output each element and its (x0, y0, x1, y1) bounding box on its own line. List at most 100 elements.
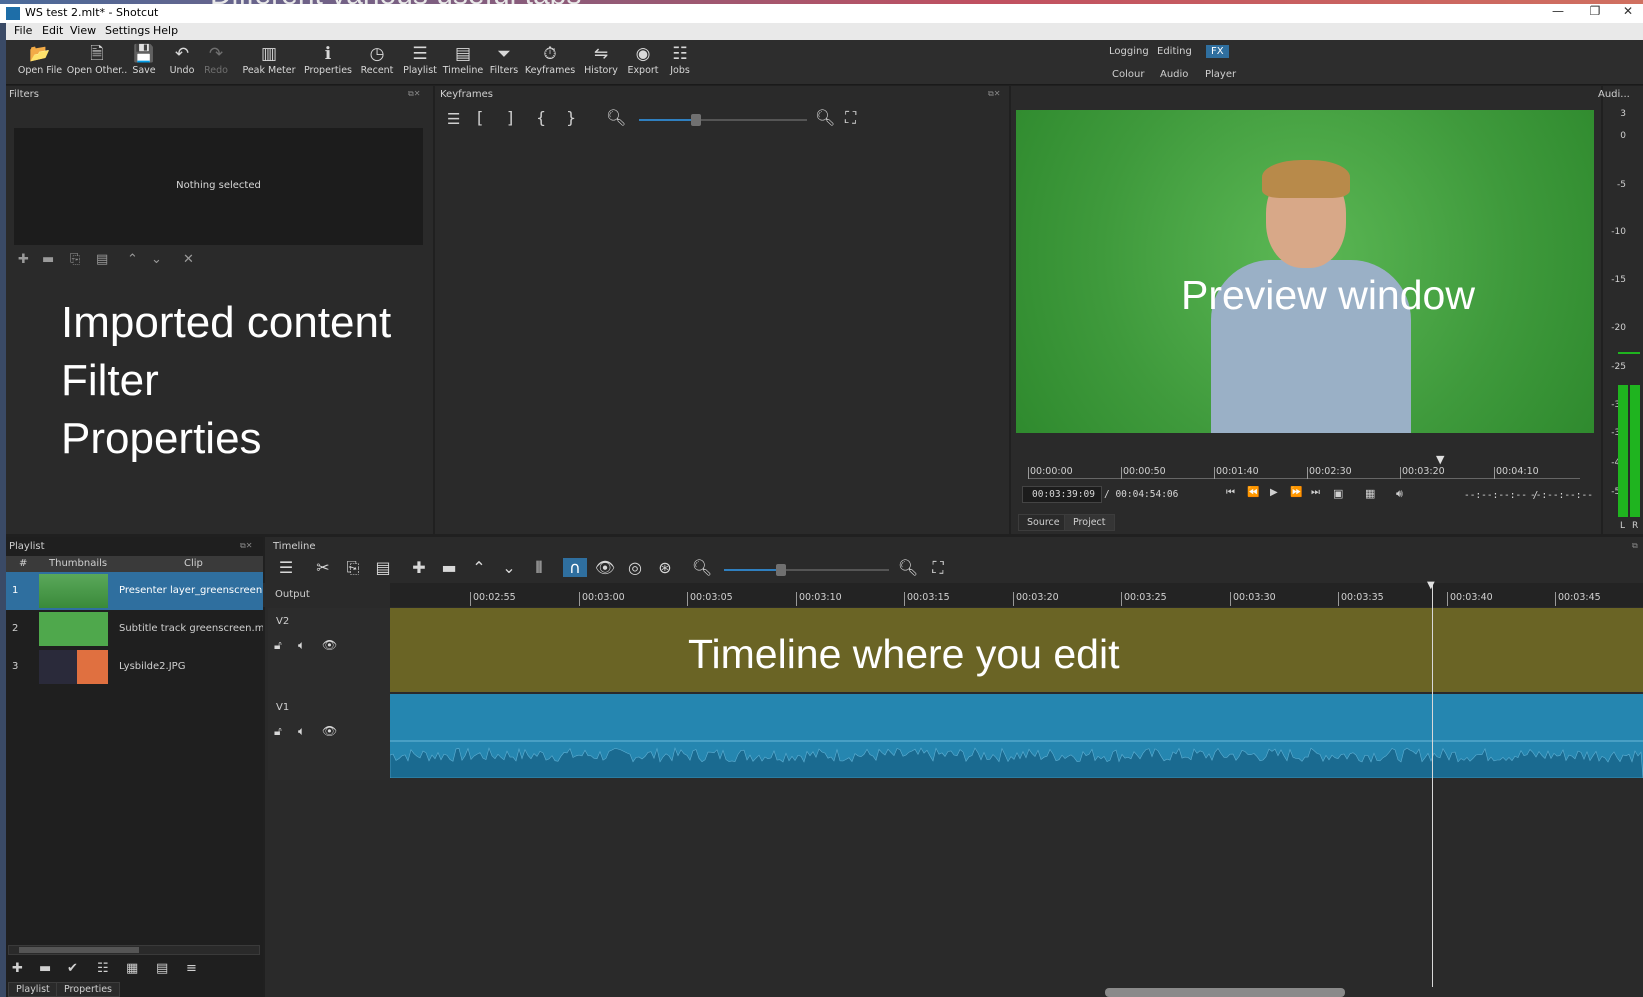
history-button[interactable]: ⇋ History (580, 43, 622, 76)
tab-source[interactable]: Source (1018, 514, 1069, 531)
playlist-row[interactable]: 2 Subtitle track greenscreen.mp4 (6, 610, 263, 648)
lift-icon[interactable]: ⌃ (467, 558, 491, 577)
zoom-out-icon[interactable]: 🔍︎ (606, 108, 626, 127)
workspace-colour[interactable]: Colour (1107, 68, 1149, 81)
open-file-button[interactable]: 📂 Open File (12, 43, 68, 76)
ripple-delete-icon[interactable]: ▬ (437, 558, 461, 577)
undock-icon[interactable]: ⧉✕ (988, 89, 1000, 99)
player-playhead-marker[interactable]: ▼ (1436, 453, 1444, 466)
snap-icon[interactable]: ∩ (563, 558, 587, 577)
copy-filter-button[interactable]: ⎘ (70, 252, 80, 267)
remove-clip-icon[interactable]: ▬ (39, 961, 51, 976)
keyframes-menu-icon[interactable]: ☰ (447, 110, 460, 128)
track-header-v1[interactable]: V1 🔓︎ 🔈︎ 👁︎ (268, 694, 390, 780)
timeline-zoom-fit-icon[interactable]: ⛶ (926, 558, 950, 578)
workspace-audio[interactable]: Audio (1155, 68, 1193, 81)
zoom-fit-icon[interactable]: ⛶ (845, 108, 856, 128)
skip-to-end-icon[interactable]: ⏭ (1311, 487, 1320, 498)
workspace-player[interactable]: Player (1200, 68, 1241, 81)
eye-icon[interactable]: 👁︎ (322, 638, 337, 652)
paste-icon[interactable]: ▤ (371, 558, 395, 577)
paste-filter-button[interactable]: ▤ (96, 252, 108, 267)
keyframes-zoom-slider[interactable] (639, 114, 807, 126)
timeline-playhead[interactable] (1432, 583, 1433, 987)
workspace-logging[interactable]: Logging (1104, 45, 1154, 58)
remove-filter-button[interactable]: ▬ (42, 252, 54, 267)
undock-icon[interactable]: ⧉✕ (240, 541, 252, 551)
mute-icon[interactable]: 🔈︎ (298, 724, 305, 739)
grid-icon[interactable]: ▦ (1365, 487, 1375, 500)
workspace-editing[interactable]: Editing (1152, 45, 1197, 58)
workspace-fx[interactable]: FX (1206, 45, 1229, 58)
set-last-keyframe-icon[interactable]: } (566, 108, 576, 127)
track-header-v2[interactable]: V2 🔓︎ 🔈︎ 👁︎ (268, 608, 390, 694)
current-timecode-field[interactable]: 00:03:39:09 (1022, 486, 1102, 503)
minimize-button[interactable]: — (1543, 4, 1573, 23)
lock-icon[interactable]: 🔓︎ (274, 638, 282, 653)
menu-view[interactable]: View (70, 24, 96, 37)
timeline-button[interactable]: ▤ Timeline (441, 43, 485, 76)
play-icon[interactable]: ▶ (1270, 487, 1278, 498)
close-button[interactable]: ✕ (1613, 4, 1643, 23)
update-clip-icon[interactable]: ✔ (67, 961, 78, 976)
undo-button[interactable]: ↶ Undo (164, 43, 200, 76)
restore-button[interactable]: ❐ (1580, 4, 1610, 23)
zoom-icon[interactable]: ▣ (1333, 487, 1343, 500)
rewind-icon[interactable]: ⏪ (1247, 487, 1259, 498)
timeline-zoom-slider[interactable] (724, 564, 889, 576)
volume-icon[interactable]: 🔊︎ (1396, 487, 1403, 501)
add-clip-icon[interactable]: ✚ (12, 961, 23, 976)
out-point-field[interactable]: --:--:--:-- (1530, 490, 1593, 501)
playlist-scroll-thumb[interactable] (19, 947, 139, 953)
timeline-playhead-marker[interactable]: ▼ (1427, 580, 1435, 591)
timeline-menu-icon[interactable]: ☰ (274, 558, 298, 577)
add-filter-button[interactable]: ✚ (18, 252, 29, 267)
menu-help[interactable]: Help (153, 24, 178, 37)
timeline-ruler[interactable]: 00:02:55 00:03:00 00:03:05 00:03:10 00:0… (390, 583, 1643, 607)
redo-button[interactable]: ↷ Redo (198, 43, 234, 76)
col-number[interactable]: # (19, 558, 27, 569)
mute-icon[interactable]: 🔈︎ (298, 638, 305, 653)
ripple-all-icon[interactable]: ⊛ (653, 558, 677, 577)
timeline-zoom-in-icon[interactable]: 🔍︎ (896, 558, 920, 577)
set-first-keyframe-icon[interactable]: { (536, 108, 546, 127)
scrub-icon[interactable]: 👁︎ (593, 558, 617, 577)
timeline-zoom-out-icon[interactable]: 🔍︎ (690, 558, 714, 577)
export-button[interactable]: ◉ Export (624, 43, 662, 76)
eye-icon[interactable]: 👁︎ (322, 724, 337, 738)
split-icon[interactable]: ⫴ (527, 558, 551, 578)
properties-button[interactable]: ℹ Properties (300, 43, 356, 76)
recent-button[interactable]: ◷ Recent (356, 43, 398, 76)
jobs-button[interactable]: ☷ Jobs (662, 43, 698, 76)
timeline-scroll-thumb[interactable] (1105, 988, 1345, 997)
in-point-field[interactable]: --:--:--:-- / (1464, 490, 1538, 501)
menu-settings[interactable]: Settings (105, 24, 150, 37)
set-filter-end-icon[interactable]: ] (507, 108, 513, 127)
zoom-in-icon[interactable]: 🔍︎ (815, 108, 835, 127)
player-ruler[interactable]: 00:00:00 00:00:50 00:01:40 00:02:30 00:0… (1028, 453, 1580, 479)
tab-playlist[interactable]: Playlist (8, 982, 58, 997)
tab-project[interactable]: Project (1064, 514, 1115, 531)
undock-icon[interactable]: ⧉ (1632, 541, 1638, 551)
details-view-icon[interactable]: ☷ (97, 961, 109, 976)
keyframes-button[interactable]: ⏱ Keyframes (524, 43, 576, 76)
tab-properties[interactable]: Properties (56, 982, 121, 997)
ripple-icon[interactable]: ◎ (623, 558, 647, 577)
filters-button[interactable]: ⏷ Filters (486, 43, 522, 76)
save-button[interactable]: 💾 Save (126, 43, 162, 76)
overwrite-icon[interactable]: ⌄ (497, 558, 521, 577)
move-up-button[interactable]: ⌃ (127, 252, 138, 267)
col-thumbnails[interactable]: Thumbnails (49, 558, 107, 569)
set-filter-start-icon[interactable]: [ (477, 108, 483, 127)
menu-edit[interactable]: Edit (42, 24, 63, 37)
menu-file[interactable]: File (14, 24, 32, 37)
col-clip[interactable]: Clip (184, 558, 203, 569)
playlist-row[interactable]: 1 Presenter layer_greenscreen.mp4 (6, 572, 263, 610)
playlist-hscroll[interactable] (8, 945, 260, 955)
playlist-button[interactable]: ☰ Playlist (399, 43, 441, 76)
move-down-button[interactable]: ⌄ (151, 252, 162, 267)
icons-view-icon[interactable]: ▤ (156, 961, 168, 976)
tiles-view-icon[interactable]: ▦ (126, 961, 138, 976)
append-icon[interactable]: ✚ (407, 558, 431, 577)
open-other-button[interactable]: 🗎 Open Other.. (64, 43, 130, 76)
